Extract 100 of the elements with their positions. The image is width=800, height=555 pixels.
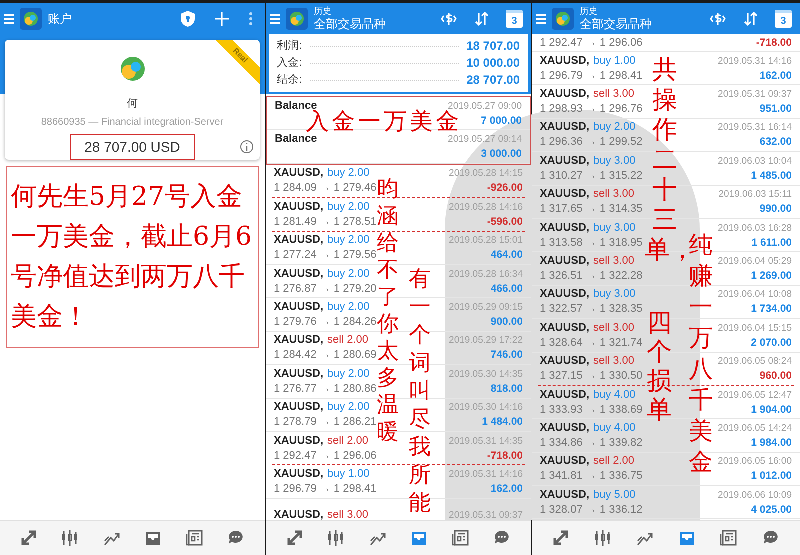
trade-time: 2019.06.06 10:09 (718, 488, 792, 503)
symbol-label: XAUUSD, (274, 333, 324, 348)
symbol-label: XAUUSD, (540, 420, 590, 436)
trade-time: 2019.05.31 14:16 (718, 54, 792, 69)
price-range: 1 334.86 → 1 339.82 (540, 436, 643, 451)
trade-time: 2019.06.05 12:47 (718, 388, 792, 403)
trade-action: sell 3.00 (594, 320, 634, 336)
price-range: 1 292.47 → 1 296.06 (540, 36, 643, 50)
price-range: 1 279.76 → 1 284.26 (274, 315, 377, 330)
trade-action: sell 3.00 (594, 254, 634, 270)
trade-action: sell 2.00 (328, 434, 368, 449)
trade-time: 2019.06.04 10:08 (718, 288, 792, 302)
price-range: 1 284.42 → 1 280.69 (274, 348, 377, 364)
trade-time: 2019.05.28 15:01 (449, 234, 523, 248)
symbol-label: XAUUSD, (274, 508, 324, 520)
trade-time: 2019.06.05 14:24 (718, 422, 792, 436)
profit-value: 1 611.00 (752, 236, 792, 251)
profit-value: 3 000.00 (481, 147, 522, 162)
price-range: 1 326.51 → 1 322.28 (540, 269, 643, 284)
trade-action: buy 2.00 (328, 400, 370, 416)
profit-value: 4 025.00 (751, 502, 792, 518)
summary-label: 结余: (277, 73, 302, 88)
symbol-label: XAUUSD, (540, 388, 590, 403)
annotation-note: 有一个词叫尽我所能 (409, 266, 431, 518)
price-range: 1 284.09 → 1 279.46 (274, 181, 377, 196)
profit-value: 162.00 (760, 68, 792, 84)
symbol-label: XAUUSD, (274, 466, 324, 482)
symbol-label: XAUUSD, (540, 287, 590, 302)
trade-action: sell 3.00 (328, 508, 368, 520)
price-range: 1 278.79 → 1 286.21 (274, 415, 377, 430)
trade-action: buy 3.00 (594, 154, 636, 169)
annotation-note: 昀涵给不了你太多温暖 (377, 176, 399, 446)
profit-value: -718.00 (756, 36, 792, 50)
symbol-label: XAUUSD, (540, 154, 590, 169)
trade-action: sell 3.00 (594, 87, 634, 102)
trade-action: buy 2.00 (328, 233, 370, 248)
trade-action: buy 3.00 (594, 220, 636, 236)
trade-time: 2019.05.29 09:15 (449, 301, 523, 316)
screen-subtitle: 历史 (580, 7, 599, 16)
symbol-label: XAUUSD, (274, 166, 324, 182)
trade-action: buy 2.00 (594, 120, 636, 136)
profit-value: 1 904.00 (751, 402, 792, 418)
trade-time: 2019.05.31 14:35 (449, 434, 523, 449)
trade-time: 2019.05.30 14:35 (449, 368, 523, 382)
profit-value: 1 485.00 (751, 168, 792, 184)
symbol-label: XAUUSD, (274, 200, 324, 215)
symbol-label: XAUUSD, (540, 220, 590, 236)
trade-time: 2019.05.31 16:14 (718, 121, 792, 136)
price-range: 1 310.27 → 1 315.22 (540, 168, 643, 184)
profit-value: -718.00 (487, 448, 523, 464)
profit-value: 464.00 (490, 248, 523, 264)
symbol-label: XAUUSD, (274, 266, 324, 282)
profit-value: 990.00 (760, 202, 792, 218)
trade-time: 2019.05.30 14:16 (449, 401, 523, 416)
price-range: 1 317.65 → 1 314.35 (540, 202, 643, 218)
trade-time: 2019.05.31 09:37 (449, 508, 523, 520)
symbol-label: XAUUSD, (274, 366, 324, 382)
screen-title: 全部交易品种 (580, 18, 652, 30)
account-holder-name: 何 (127, 97, 138, 112)
price-range: 1 277.24 → 1 279.56 (274, 248, 377, 264)
symbol-label: XAUUSD, (540, 488, 590, 503)
symbol-label: XAUUSD, (540, 120, 590, 136)
symbol-label: XAUUSD, (274, 300, 324, 316)
trade-time: 2019.05.31 09:37 (718, 88, 792, 102)
summary-label: 入金: (277, 56, 302, 71)
price-range: 1 281.49 → 1 278.51 (274, 214, 377, 230)
trade-action: buy 1.00 (594, 54, 636, 69)
annotation-note: 入金一万美金 (306, 110, 462, 135)
trade-time: 2019.06.03 10:04 (718, 154, 792, 169)
summary-label: 利润: (277, 39, 302, 54)
symbol-label: XAUUSD, (540, 320, 590, 336)
profit-value: 818.00 (490, 382, 523, 397)
summary-value: 18 707.00 (466, 38, 520, 54)
profit-value: 960.00 (760, 369, 792, 384)
trade-action: buy 3.00 (594, 287, 636, 302)
profit-value: 466.00 (490, 282, 523, 297)
calendar-button[interactable]: 3 (506, 10, 523, 28)
price-range: 1 298.93 → 1 296.76 (540, 102, 643, 118)
price-range: 1 328.64 → 1 321.74 (540, 336, 643, 351)
profit-value: 1 734.00 (751, 302, 792, 318)
symbol-label: XAUUSD, (274, 233, 324, 248)
price-range: 1 296.36 → 1 299.52 (540, 135, 643, 150)
symbol-label: Balance (275, 132, 318, 148)
profit-value: 746.00 (490, 348, 523, 364)
trade-time: 2019.05.28 14:16 (449, 200, 523, 215)
trade-action: buy 2.00 (328, 266, 370, 282)
trade-time: 2019.05.28 16:34 (449, 268, 523, 282)
price-range: 1 327.15 → 1 330.50 (540, 369, 643, 384)
trade-time: 2019.06.05 16:00 (718, 455, 792, 470)
profit-value: 951.00 (760, 102, 792, 118)
screen-title: 账户 (48, 10, 72, 28)
trade-action: buy 4.00 (594, 388, 636, 403)
trade-time: 2019.06.05 08:24 (718, 355, 792, 370)
price-range: 1 333.93 → 1 338.69 (540, 402, 643, 418)
trade-time: 2019.05.27 09:14 (448, 133, 522, 148)
calendar-button[interactable]: 3 (775, 10, 792, 28)
summary-value: 28 707.00 (466, 72, 520, 88)
trade-time: 2019.06.03 15:11 (718, 188, 792, 202)
price-range: 1 313.58 → 1 318.95 (540, 236, 643, 251)
symbol-label: XAUUSD, (540, 254, 590, 270)
